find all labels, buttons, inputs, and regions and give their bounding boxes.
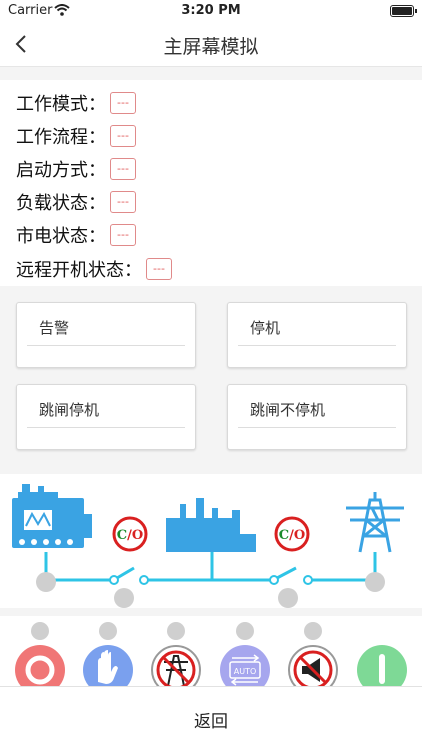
status-bar: Carrier 3:20 PM [0, 0, 422, 22]
info-value: --- [146, 258, 172, 280]
info-value: --- [110, 125, 136, 147]
card-divider [27, 427, 185, 428]
status-dot [114, 588, 134, 608]
info-label: 工作模式： [16, 94, 106, 115]
switch-label: C/O [279, 528, 305, 543]
alarm-card-warning[interactable]: 告警 [16, 302, 196, 368]
card-divider [238, 427, 396, 428]
alarm-card-shutdown[interactable]: 停机 [227, 302, 407, 368]
generator-icon [12, 484, 92, 548]
info-label: 启动方式： [16, 160, 106, 181]
alarm-card-trip-shutdown[interactable]: 跳闸停机 [16, 384, 196, 450]
info-label: 工作流程： [16, 127, 106, 148]
control-buttons: AUTO [15, 645, 407, 686]
battery-icon [390, 5, 417, 17]
start-icon [379, 654, 385, 684]
clock: 3:20 PM [181, 3, 241, 18]
breaker-1[interactable] [109, 566, 149, 585]
stop-button[interactable] [15, 645, 65, 686]
card-label: 停机 [250, 319, 281, 337]
info-row-mains-status: 市电状态： --- [16, 222, 136, 248]
changeover-switch-2[interactable]: C/O [274, 516, 310, 552]
info-value: --- [110, 92, 136, 114]
mute-horn-button[interactable] [288, 645, 338, 686]
status-dot [278, 588, 298, 608]
info-label: 市电状态： [16, 226, 106, 247]
changeover-switch-1[interactable]: C/O [112, 516, 148, 552]
card-label: 跳闸不停机 [250, 401, 326, 419]
alarm-panel: 告警 停机 跳闸停机 跳闸不停机 [0, 286, 422, 472]
card-divider [27, 345, 185, 346]
manual-button[interactable] [83, 645, 133, 686]
info-label: 负载状态： [16, 193, 106, 214]
info-label: 远程开机状态： [16, 260, 142, 281]
info-row-work-mode: 工作模式： --- [16, 90, 136, 116]
status-info-panel: 工作模式： --- 工作流程： --- 启动方式： --- 负载状态： --- … [0, 80, 422, 286]
status-dot [365, 572, 385, 592]
start-button[interactable] [357, 645, 407, 686]
card-label: 跳闸停机 [39, 401, 100, 419]
bus-line [44, 552, 377, 582]
auto-button[interactable]: AUTO [220, 645, 270, 686]
page-title: 主屏幕模拟 [163, 36, 259, 58]
single-line-diagram: C/O C/O [0, 474, 422, 608]
info-row-start-method: 启动方式： --- [16, 156, 136, 182]
mains-disable-button[interactable] [151, 645, 201, 686]
info-row-load-status: 负载状态： --- [16, 189, 136, 215]
nav-bar: 主屏幕模拟 [0, 22, 422, 67]
status-dot [36, 572, 56, 592]
info-value: --- [110, 191, 136, 213]
card-label: 告警 [39, 319, 70, 337]
card-divider [238, 345, 396, 346]
diagram-canvas: C/O C/O [12, 484, 404, 608]
auto-icon: AUTO [234, 667, 257, 676]
return-button[interactable]: 返回 [0, 707, 422, 732]
switch-label: C/O [117, 528, 143, 543]
load-factory-icon [166, 498, 256, 552]
power-tower-icon [346, 492, 404, 553]
info-value: --- [110, 158, 136, 180]
alarm-card-trip-no-shutdown[interactable]: 跳闸不停机 [227, 384, 407, 450]
control-panel: AUTO [0, 616, 422, 686]
breaker-2[interactable] [269, 566, 313, 585]
info-row-remote-start-status: 远程开机状态： --- [16, 256, 172, 282]
info-row-work-flow: 工作流程： --- [16, 123, 136, 149]
footer-bar: 返回 [0, 686, 422, 751]
info-value: --- [110, 224, 136, 246]
